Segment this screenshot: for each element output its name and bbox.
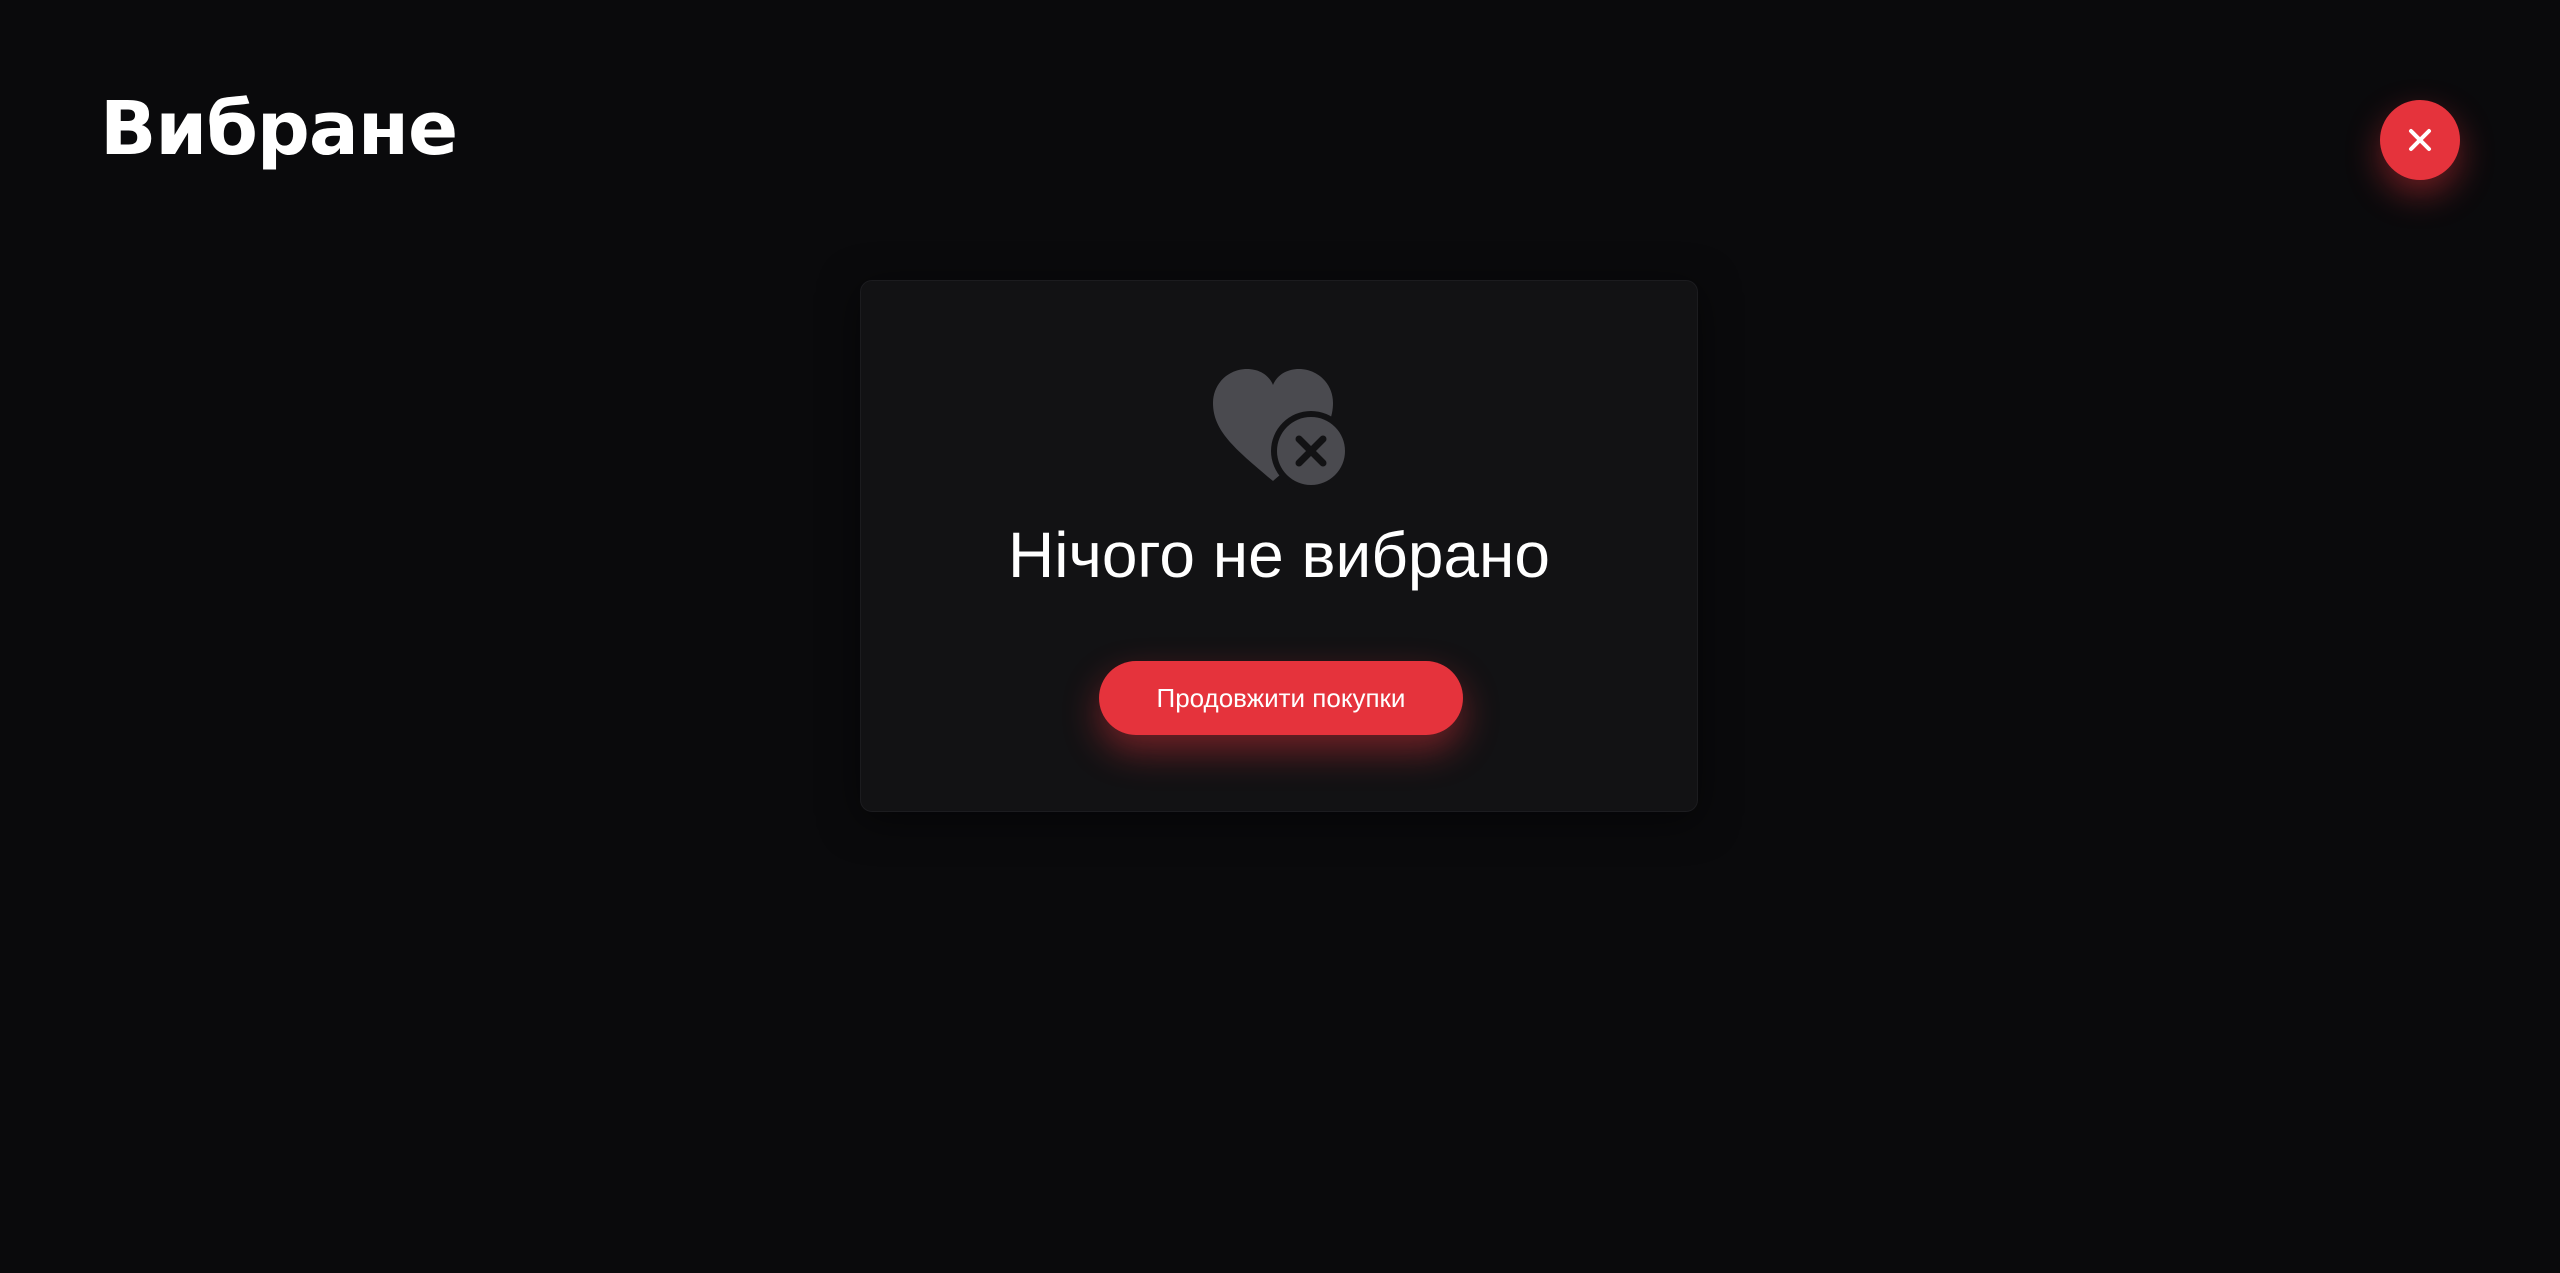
heart-remove-icon bbox=[1213, 369, 1351, 491]
empty-state-card: Нічого не вибрано Продовжити покупки bbox=[860, 280, 1698, 812]
empty-message: Нічого не вибрано bbox=[1008, 519, 1550, 591]
close-icon bbox=[2409, 129, 2431, 151]
favorites-page: Вибране Нічого не вибрано Продовжити пок… bbox=[0, 0, 2560, 1273]
continue-shopping-button[interactable]: Продовжити покупки bbox=[1099, 661, 1463, 735]
close-button[interactable] bbox=[2380, 100, 2460, 180]
page-title: Вибране bbox=[100, 86, 458, 172]
